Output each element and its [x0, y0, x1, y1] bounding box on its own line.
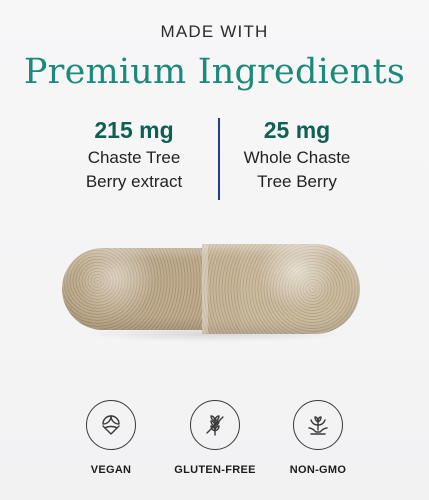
- badge-circle: [190, 400, 240, 450]
- feature-label: GLUTEN-FREE: [174, 464, 256, 476]
- capsule-cap: [202, 244, 360, 334]
- stat-desc-line1: Whole Chaste: [243, 148, 351, 167]
- capsule-seam: [202, 244, 208, 334]
- feature-vegan: VEGAN: [61, 400, 161, 476]
- stat-extract: 215 mg Chaste Tree Berry extract: [44, 114, 224, 194]
- gluten-free-wheat-icon: [206, 415, 224, 436]
- made-with-kicker: MADE WITH: [160, 22, 269, 41]
- badge-circle: [293, 400, 343, 450]
- feature-gluten-free: GLUTEN-FREE: [165, 400, 265, 476]
- non-gmo-plant-icon: [308, 416, 328, 435]
- feature-label: NON-GMO: [289, 464, 347, 476]
- stat-desc-line2: Tree Berry: [257, 172, 337, 191]
- page-title: Premium Ingredients: [23, 52, 406, 92]
- stat-amount: 215 mg: [94, 117, 174, 143]
- vegan-leaf-icon: [102, 415, 120, 435]
- stat-desc-line2: Berry extract: [85, 172, 183, 191]
- feature-non-gmo: NON-GMO: [268, 400, 368, 476]
- stat-desc-line1: Chaste Tree: [87, 148, 181, 167]
- stat-whole-berry: 25 mg Whole Chaste Tree Berry: [207, 114, 387, 194]
- stat-amount: 25 mg: [263, 117, 331, 143]
- badge-circle: [86, 400, 136, 450]
- capsule-image: [62, 238, 362, 342]
- feature-label: VEGAN: [90, 464, 132, 476]
- ingredient-stats: 215 mg Chaste Tree Berry extract 25 mg W…: [0, 114, 429, 200]
- feature-badges: VEGAN GLUTEN-FREE NON-GMO: [0, 400, 429, 490]
- stats-divider: [218, 118, 220, 200]
